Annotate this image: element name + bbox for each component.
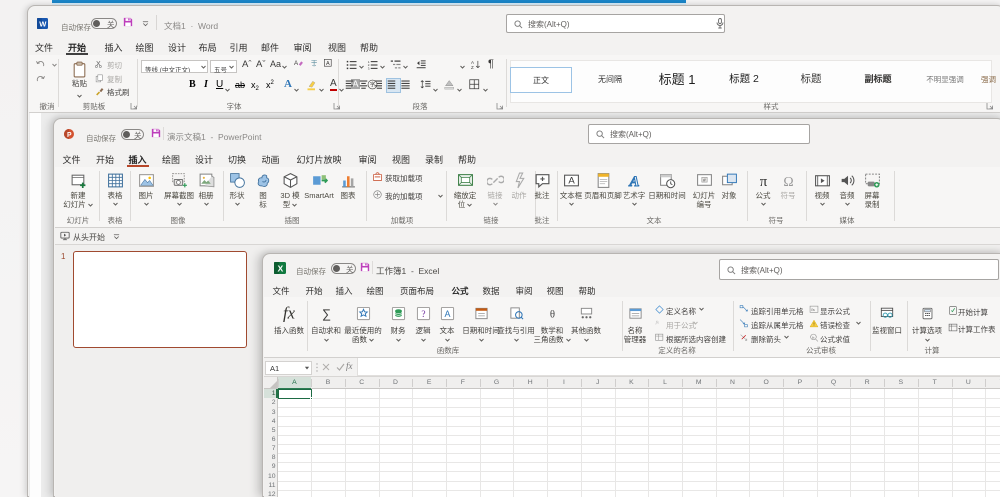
svg-text:?: ? [421,310,425,320]
svg-text:A: A [444,309,450,319]
svg-text:A: A [628,174,639,189]
svg-text:P: P [67,131,72,138]
svg-text:Ω: Ω [783,174,793,189]
svg-text:A: A [294,60,299,67]
svg-text:W: W [39,19,47,28]
svg-text:∑: ∑ [321,307,330,321]
svg-text:Z: Z [471,65,474,70]
svg-text:A: A [471,60,474,65]
svg-text:π: π [759,174,767,189]
svg-text:fx: fx [656,320,659,325]
svg-text:X: X [278,263,284,273]
svg-text:A: A [568,176,575,187]
svg-text:A: A [326,61,330,67]
svg-text:fx: fx [811,307,815,312]
svg-text:fx: fx [283,303,296,322]
svg-text:fx: fx [812,335,815,339]
svg-text:#: # [703,177,706,183]
svg-text:3.: 3. [368,67,371,71]
svg-text:θ: θ [549,309,554,321]
